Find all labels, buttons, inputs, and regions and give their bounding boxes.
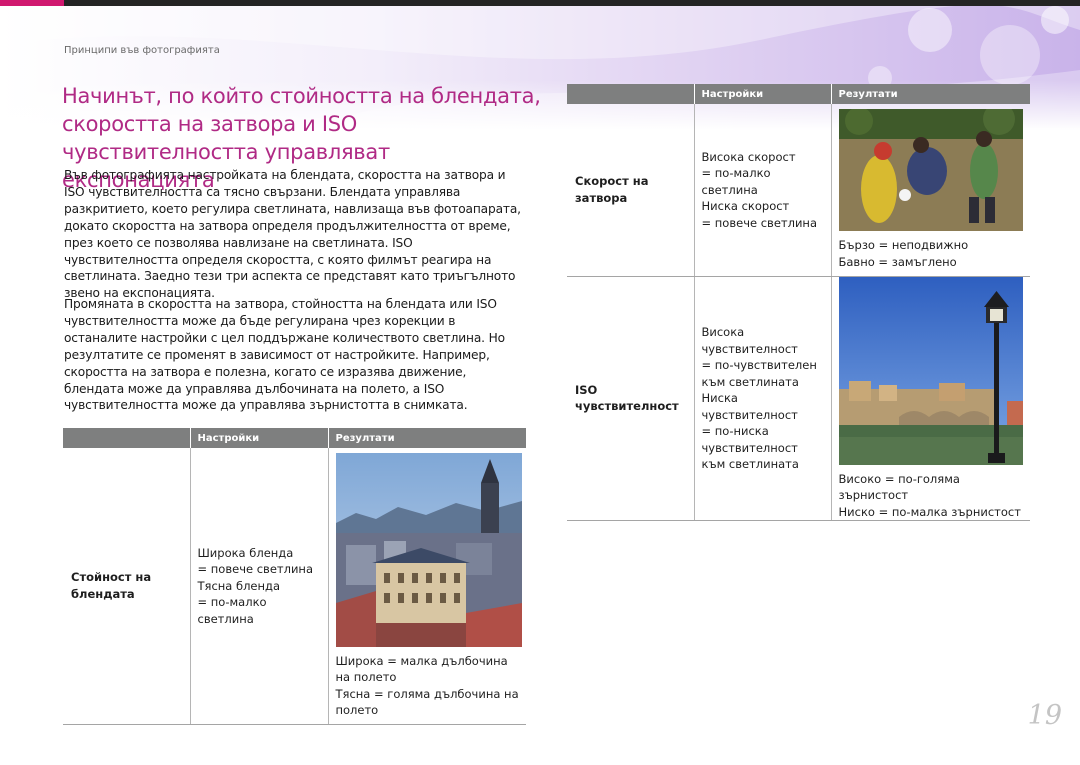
- page-number: 19: [1027, 700, 1062, 731]
- speed-photo: [838, 109, 1031, 232]
- iso-settings-text: Висока чувствителност = по-чувствителен …: [701, 325, 817, 471]
- iso-row: ISO чувствителност Висока чувствителност…: [567, 276, 1030, 521]
- aperture-table: Настройки Резултати Стойност на блендата…: [63, 428, 526, 725]
- header-results: Резултати: [327, 428, 526, 448]
- breadcrumb: Принципи във фотографията: [64, 45, 220, 56]
- top-bar-accent: [0, 0, 64, 6]
- speed-row: Скорост на затвора Висока скорост = по-м…: [567, 104, 1031, 277]
- adjustment-paragraph: Промяната в скоростта на затвора, стойно…: [64, 297, 505, 413]
- iso-param-label: ISO чувствителност: [575, 382, 679, 414]
- aperture-settings-text: Широка бленда = повече светлина Тясна бл…: [197, 545, 314, 626]
- header-settings: Настройки: [189, 428, 328, 448]
- header-blank: [63, 428, 190, 448]
- aperture-photo: [335, 452, 527, 647]
- speed-settings-text: Висока скорост = по-малко светлина Ниска…: [701, 149, 818, 230]
- speed-result-text: Бързо = неподвижно Бавно = замъглено: [838, 238, 969, 269]
- children-soccer-photo: [838, 109, 1023, 232]
- street-lamp-river-photo: [838, 276, 1023, 465]
- aperture-row: Стойност на блендата Широка бленда = пов…: [63, 448, 527, 725]
- top-bar: [0, 0, 1080, 6]
- prague-city-photo: [335, 452, 522, 647]
- header-results: Резултати: [830, 84, 1030, 104]
- header-settings: Настройки: [693, 84, 831, 104]
- speed-iso-table: Настройки Резултати Скорост на затвора В…: [567, 84, 1030, 521]
- iso-result-text: Високо = по-голяма зърнистост Ниско = по…: [838, 471, 1021, 519]
- iso-photo: [838, 276, 1031, 465]
- aperture-result-text: Широка = малка дълбочина на полето Тясна…: [335, 653, 519, 718]
- header-blank: [567, 84, 694, 104]
- intro-paragraph: Във фотографията настройката на блендата…: [64, 168, 521, 301]
- speed-iso-table-header: Настройки Резултати: [567, 84, 1030, 104]
- aperture-table-header: Настройки Резултати: [63, 428, 526, 448]
- speed-param-label: Скорост на затвора: [575, 174, 649, 205]
- aperture-param-label: Стойност на блендата: [71, 570, 152, 601]
